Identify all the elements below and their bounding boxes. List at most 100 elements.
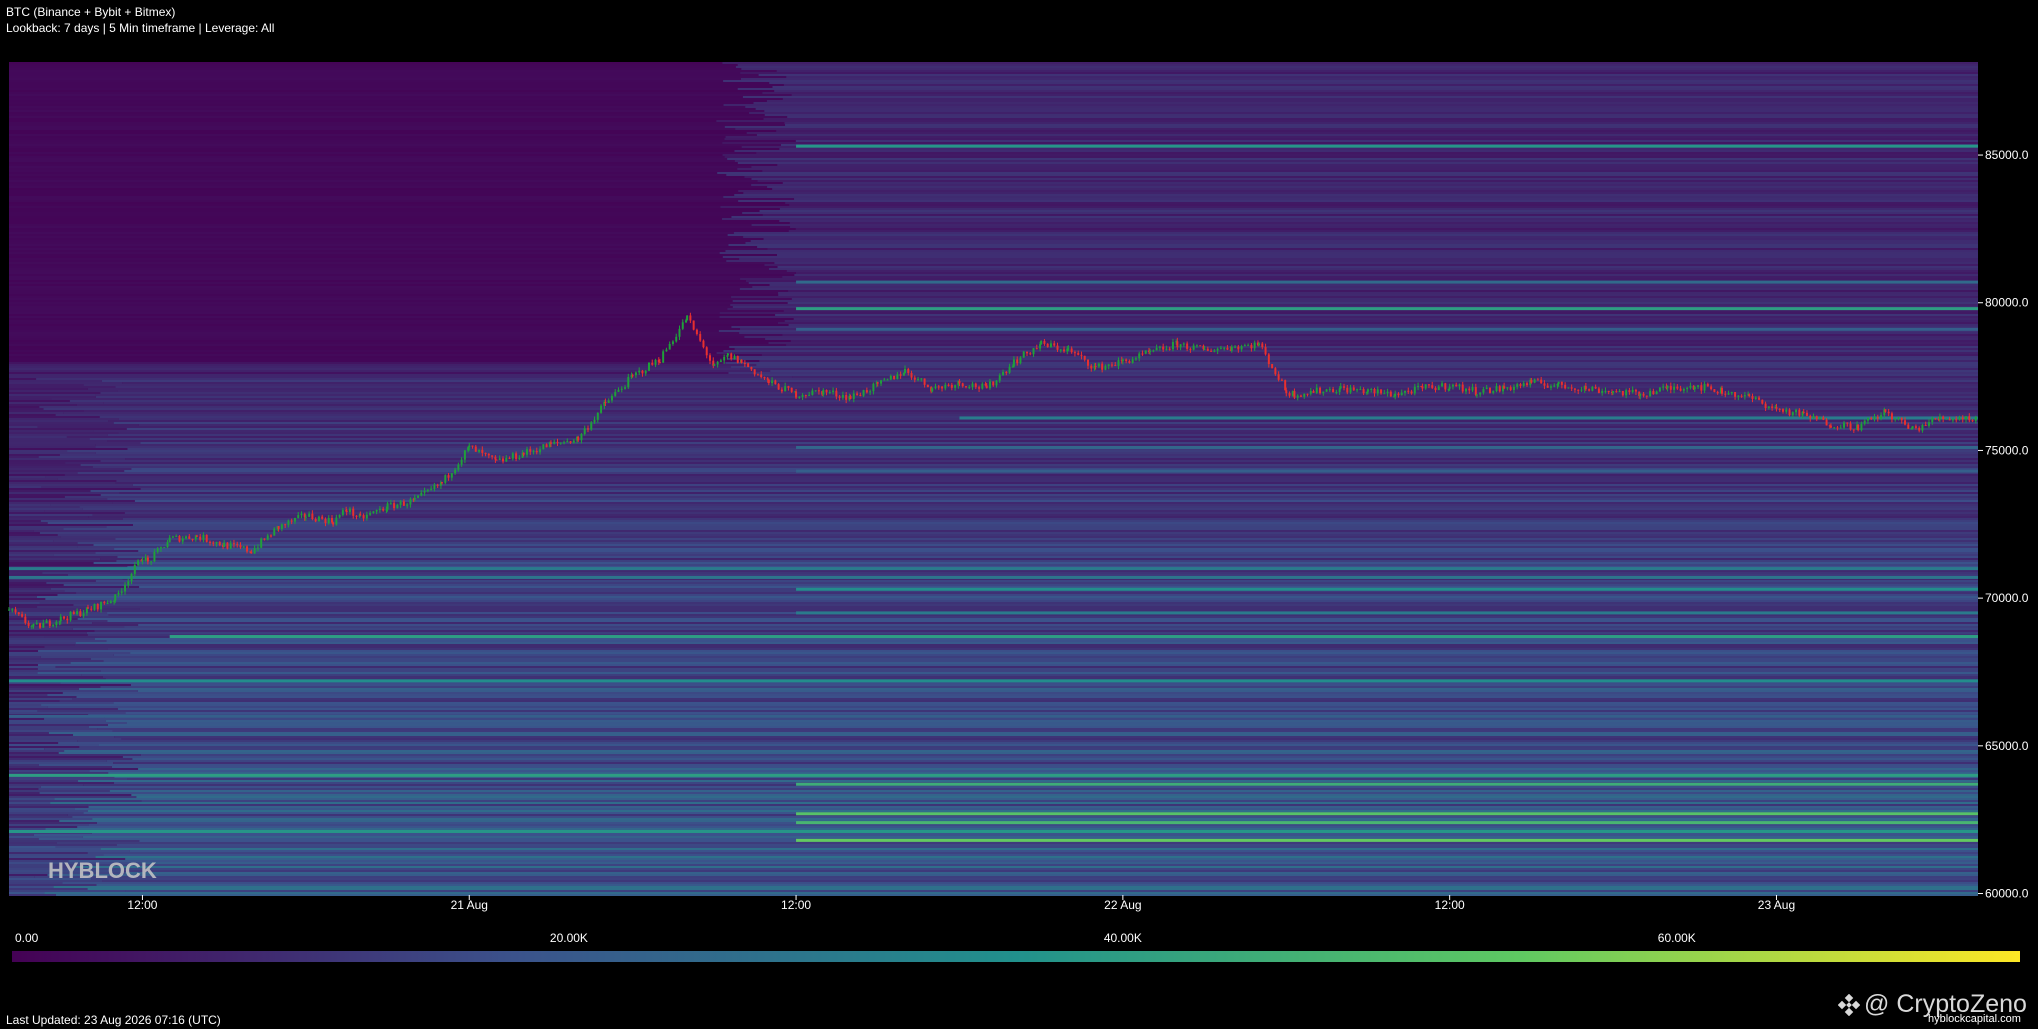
price-candle-body xyxy=(1686,387,1689,390)
heatmap-band xyxy=(9,272,796,274)
heatmap-band xyxy=(9,150,735,152)
heatmap-band xyxy=(9,476,46,478)
heatmap-band xyxy=(118,432,1979,434)
price-candle-body xyxy=(1767,406,1770,408)
price-candle-body xyxy=(1860,423,1863,431)
price-candle-body xyxy=(332,522,335,525)
heatmap-band xyxy=(9,348,735,350)
heatmap-band xyxy=(745,106,1979,108)
heatmap-band xyxy=(742,96,1979,98)
heatmap-band xyxy=(9,450,68,452)
price-candle-body xyxy=(1370,389,1373,391)
price-candle-body xyxy=(35,623,38,625)
heatmap-band xyxy=(9,494,101,496)
price-candle-body xyxy=(665,349,668,352)
price-candle-body xyxy=(856,393,859,395)
price-candle-body xyxy=(1577,389,1580,391)
price-candle-body xyxy=(913,377,916,380)
heatmap-band xyxy=(9,580,96,582)
price-candle-body xyxy=(1005,371,1008,373)
heatmap-band xyxy=(57,534,1979,536)
heatmap-band xyxy=(9,692,63,694)
price-candle-body xyxy=(767,379,770,384)
heatmap-band xyxy=(795,272,1978,274)
price-candle-body xyxy=(886,379,889,381)
heatmap-band xyxy=(9,136,726,138)
heatmap-band xyxy=(70,662,1978,664)
heatmap-band xyxy=(9,828,46,830)
price-candle-body xyxy=(1240,346,1243,350)
heatmap-band xyxy=(107,498,1979,500)
price-candle-body xyxy=(1362,389,1365,394)
price-candle-body xyxy=(1604,390,1607,392)
heatmap-band xyxy=(64,496,1978,498)
heatmap-band xyxy=(9,362,726,364)
heatmap-band xyxy=(756,364,1979,366)
liquidation-level xyxy=(796,307,1978,311)
heatmap-band xyxy=(51,398,1979,400)
price-candle-body xyxy=(1890,413,1893,420)
heatmap-band xyxy=(36,596,1978,598)
price-candle-body xyxy=(359,514,362,516)
price-candle-body xyxy=(1495,386,1498,392)
heatmap-band xyxy=(9,650,39,652)
heatmap-band xyxy=(103,660,1978,662)
heatmap-band xyxy=(9,398,52,400)
price-candle-body xyxy=(1306,393,1309,395)
heatmap-band xyxy=(720,206,1978,208)
heatmap-band xyxy=(9,424,139,426)
price-candle-body xyxy=(1182,343,1185,345)
heatmap-band xyxy=(9,750,65,752)
heatmap-band xyxy=(750,240,1978,242)
price-candle-body xyxy=(1700,385,1703,391)
price-candle-body xyxy=(1825,419,1828,426)
heatmap-band xyxy=(9,354,762,356)
heatmap-band xyxy=(117,708,1979,710)
price-candle-body xyxy=(1012,359,1015,367)
price-candle-body xyxy=(795,391,798,398)
price-candle-body xyxy=(1171,341,1174,350)
price-candle-body xyxy=(668,343,671,350)
heatmap-band xyxy=(9,202,786,204)
heatmap-band xyxy=(9,448,128,450)
liquidation-heatmap-chart: HYBLOCK 85000.0 80000.0 75000.0 70000.0 6500… xyxy=(8,62,2029,962)
price-candle-body xyxy=(450,473,453,478)
heatmap-band xyxy=(130,684,1978,686)
heatmap-band xyxy=(746,132,1978,134)
heatmap-band xyxy=(9,808,75,810)
heatmap-band xyxy=(9,182,783,184)
price-candle-body xyxy=(859,394,862,396)
heatmap-band xyxy=(9,110,765,112)
heatmap-band xyxy=(9,874,48,876)
heatmap-band xyxy=(9,836,83,838)
price-candle-body xyxy=(763,377,766,379)
heatmap-band xyxy=(777,266,1978,268)
price-candle-body xyxy=(1852,429,1855,431)
price-candle-body xyxy=(141,560,144,562)
price-candle-body xyxy=(1543,383,1546,386)
heatmap-band xyxy=(38,456,1978,458)
heatmap-band xyxy=(9,198,795,200)
heatmap-band xyxy=(9,584,64,586)
heatmap-band xyxy=(106,640,1978,642)
heatmap-band xyxy=(138,550,1978,552)
price-candle-body xyxy=(1373,389,1376,394)
heatmap-band xyxy=(9,502,113,504)
heatmap-band xyxy=(9,114,765,116)
price-candle-body xyxy=(460,459,463,465)
liquidation-level xyxy=(169,635,1979,639)
price-candle-body xyxy=(133,564,136,574)
price-candle-body xyxy=(947,384,950,386)
heatmap-band xyxy=(9,90,775,92)
price-candle-body xyxy=(1876,417,1879,419)
price-candle-body xyxy=(1785,409,1788,412)
heatmap-band xyxy=(9,458,126,460)
price-candle-body xyxy=(399,501,402,505)
price-candle-body xyxy=(253,548,256,554)
price-candle-body xyxy=(596,412,599,420)
heatmap-band xyxy=(9,352,717,354)
heatmap-band xyxy=(138,624,1978,626)
heatmap-band xyxy=(9,734,74,736)
price-candle-body xyxy=(277,526,280,529)
heatmap-band xyxy=(786,344,1978,346)
